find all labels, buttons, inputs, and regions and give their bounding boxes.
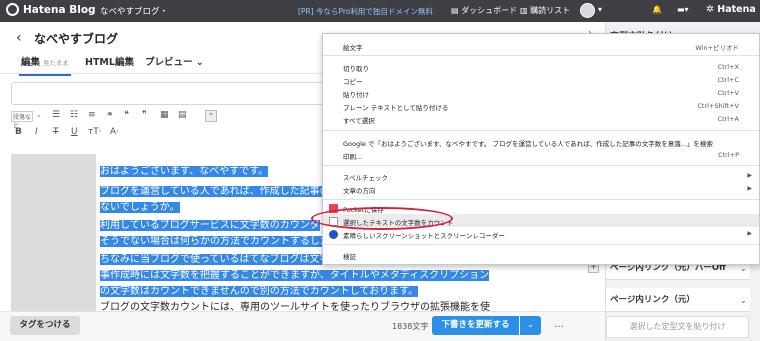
save-draft-button[interactable]: 下書きを更新する <box>432 316 519 335</box>
underline-icon[interactable]: U <box>71 127 78 137</box>
content-line: ないでしょうか。 <box>100 202 180 213</box>
content-line: おはようございます、なべやすです。 <box>100 166 269 177</box>
menu-item-emoji[interactable]: 絵文字 <box>343 42 363 52</box>
tab-edit[interactable]: 編集 見たまま <box>19 54 71 76</box>
submenu-arrow-icon: ▶ <box>747 185 752 192</box>
reading-list-label: 購読リスト <box>530 6 571 15</box>
table-icon[interactable]: ▦ <box>160 110 169 120</box>
align-icon[interactable]: ≡ <box>88 110 96 120</box>
bullet-list-icon[interactable]: ☷ <box>70 110 78 120</box>
content-line: ブログの文字数カウントには、専用のツールサイトを使ったりブラウザの拡張機能を使 <box>100 302 490 311</box>
tab-edit-label: 編集 <box>21 57 41 68</box>
tab-html[interactable]: HTML編集 <box>85 54 134 68</box>
font-size-chevron-icon[interactable]: ⌄ <box>36 111 42 119</box>
content-line: 事作成時には文字数を把握することができますが、タイトルやメタディスクリプション <box>100 270 490 281</box>
char-count: 1838文字 <box>392 322 429 331</box>
menu-item-text-direction[interactable]: 文章の方向 <box>343 185 376 195</box>
content-line: の文字数はカウントできませんので別の方法でカウントしております。 <box>100 286 419 297</box>
screenshot-extension-icon <box>329 230 338 239</box>
notification-bell-icon[interactable]: 🔔 <box>652 5 662 14</box>
menu-item-cut[interactable]: 切り取り <box>343 63 369 73</box>
grid-icon[interactable]: ▤ <box>178 110 187 120</box>
user-menu-chevron-icon[interactable]: ▾ <box>598 5 602 14</box>
highlight-annotation <box>311 207 453 230</box>
collapse-toolbar-icon[interactable]: ⌃ <box>205 110 217 122</box>
hatena-logo-icon <box>6 3 19 16</box>
bold-icon[interactable]: B <box>15 127 22 137</box>
menu-separator <box>323 130 759 131</box>
content-line: 利用しているブログサービスに文字数のカウンタ <box>100 220 320 231</box>
logo-text: Hatena Blog <box>23 3 96 16</box>
dashboard-label: ダッシュボード <box>461 6 518 15</box>
content-line: ブログを運営している人であれば、作成した記事の文 <box>100 186 340 197</box>
tab-edit-sub: 見たまま <box>43 59 69 67</box>
italic-icon[interactable]: I <box>35 127 38 137</box>
menu-shortcut: Ctrl+Shift+V <box>697 102 739 110</box>
menu-shortcut: Ctrl+V <box>717 89 739 97</box>
template-item-chevron-icon[interactable]: ⌄ <box>740 264 747 273</box>
hatena-menu[interactable]: ✲ Hatena <box>706 4 756 15</box>
promo-link[interactable]: [PR] 今ならPro利用で独自ドメイン無料 <box>298 6 433 17</box>
link-icon[interactable]: ⚭ <box>106 110 114 120</box>
menu-item-spellcheck[interactable]: スペルチェック <box>343 172 388 182</box>
add-tag-button[interactable]: タグをつける <box>10 316 80 335</box>
menu-separator <box>323 165 759 166</box>
content-line: ちなみに当ブログで使っているはてなブログは文字 <box>100 254 330 265</box>
menu-item-select-all[interactable]: すべて選択 <box>343 115 375 125</box>
editor-gutter <box>11 154 96 311</box>
menu-shortcut: Ctrl+P <box>718 151 739 159</box>
menu-shortcut: Ctrl+X <box>717 63 739 71</box>
font-size-select[interactable]: 段落など <box>11 111 33 130</box>
back-chevron-icon[interactable]: ‹ <box>16 30 22 46</box>
blog-title: なべやすブログ <box>34 32 119 46</box>
message-icon[interactable]: ▬▾ <box>677 5 689 14</box>
blog-switcher[interactable]: なべやすブログ・ <box>100 5 168 17</box>
user-avatar[interactable] <box>580 3 595 18</box>
text-size-icon[interactable]: ᴛT· <box>88 127 102 137</box>
dashboard-icon: ▤ <box>451 6 462 15</box>
hatena-gear-icon: ✲ <box>706 4 718 15</box>
save-options-chevron-icon[interactable]: ⌄ <box>520 316 541 335</box>
numbered-list-icon[interactable]: ☰ <box>52 110 60 120</box>
paste-template-button[interactable]: 選択した定型文を貼り付け <box>606 316 749 338</box>
menu-separator <box>323 55 759 56</box>
menu-item-print[interactable]: 印刷... <box>343 151 362 161</box>
quote-icon[interactable]: ❝ <box>124 110 129 120</box>
hatena-blog-logo[interactable]: Hatena Blog <box>6 3 96 16</box>
menu-separator <box>323 199 759 200</box>
content-line: そうでない場合は何らかの方法でカウントするしか <box>100 236 330 247</box>
hatena-label: Hatena <box>717 4 756 15</box>
menu-item-inspect[interactable]: 検証 <box>343 251 356 261</box>
menu-item-google-search[interactable]: Google で「おはようございます、なべやすです。 ブログを運営している人であ… <box>343 138 713 148</box>
menu-shortcut: Ctrl+C <box>717 76 739 84</box>
template-item-chevron-icon[interactable]: ⌄ <box>740 296 747 305</box>
template-item[interactable]: ページ内リンク（元） <box>606 288 750 312</box>
menu-separator <box>323 244 759 245</box>
submenu-arrow-icon: ▶ <box>747 230 752 237</box>
text-color-icon[interactable]: A· <box>110 127 119 137</box>
submenu-arrow-icon: ▶ <box>747 172 752 179</box>
reading-list-icon: ▥ <box>520 6 531 15</box>
blockquote-icon[interactable]: ❞ <box>142 110 147 120</box>
menu-item-copy[interactable]: コピー <box>343 76 363 86</box>
strikethrough-icon[interactable]: T <box>53 127 59 137</box>
context-menu: 絵文字 Win+ピリオド 切り取り Ctrl+X コピー Ctrl+C 貼り付け… <box>322 33 760 265</box>
more-options-icon[interactable]: … <box>554 319 564 330</box>
menu-shortcut: Win+ピリオド <box>695 44 739 52</box>
menu-shortcut: Ctrl+A <box>717 115 739 123</box>
dashboard-link[interactable]: ▤ ダッシュボード <box>451 5 517 16</box>
menu-item-screenshot[interactable]: 素晴らしいスクリーンショットとスクリーンレコーダー <box>343 230 505 240</box>
tab-preview[interactable]: プレビュー ⌄ <box>145 54 204 68</box>
menu-item-paste-plain[interactable]: プレーン テキストとして貼り付ける <box>343 102 448 112</box>
global-header: Hatena Blog なべやすブログ・ [PR] 今ならPro利用で独自ドメイ… <box>0 0 760 22</box>
reading-list-link[interactable]: ▥ 購読リスト <box>520 5 570 16</box>
menu-item-paste[interactable]: 貼り付け <box>343 89 369 99</box>
